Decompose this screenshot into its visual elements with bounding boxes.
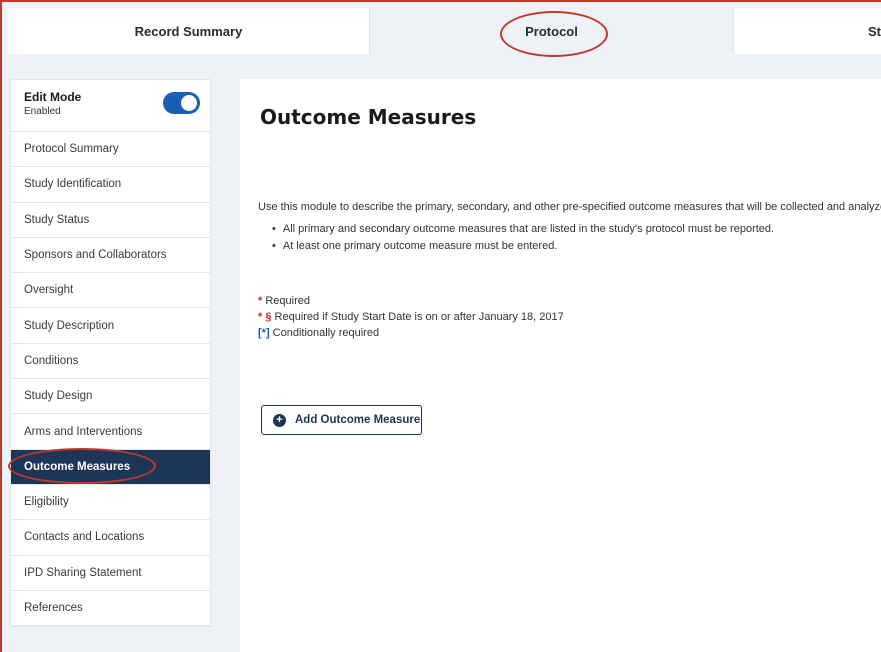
sidebar-item-conditions[interactable]: Conditions xyxy=(11,344,210,380)
requirement-item: All primary and secondary outcome measur… xyxy=(272,223,774,235)
page-title: Outcome Measures xyxy=(260,105,477,129)
sidebar-item-arms-interventions[interactable]: Arms and Interventions xyxy=(11,414,210,450)
sidebar-item-study-status[interactable]: Study Status xyxy=(11,203,210,238)
required-legend: * Required * § Required if Study Start D… xyxy=(258,293,564,341)
legend-required: * Required xyxy=(258,293,564,309)
tab-protocol[interactable]: Protocol xyxy=(370,8,734,54)
section-required-text: Required if Study Start Date is on or af… xyxy=(274,311,564,323)
module-description: Use this module to describe the primary,… xyxy=(258,201,881,213)
tab-study-results[interactable]: St xyxy=(734,8,881,54)
required-text: Required xyxy=(265,295,310,307)
sidebar-item-eligibility[interactable]: Eligibility xyxy=(11,485,210,521)
add-outcome-measure-button[interactable]: + Add Outcome Measure xyxy=(261,405,422,435)
requirement-item: At least one primary outcome measure mus… xyxy=(272,240,774,252)
conditional-text: Conditionally required xyxy=(272,327,380,339)
main-content: Outcome Measures Use this module to desc… xyxy=(240,79,881,652)
sidebar-item-references[interactable]: References xyxy=(11,591,210,627)
section-required-marker: * § xyxy=(258,311,272,323)
legend-section-required: * § Required if Study Start Date is on o… xyxy=(258,309,564,325)
tab-record-summary[interactable]: Record Summary xyxy=(8,8,370,54)
sidebar-item-ipd-sharing[interactable]: IPD Sharing Statement xyxy=(11,556,210,591)
sidebar-item-outcome-measures[interactable]: Outcome Measures xyxy=(11,449,210,485)
plus-circle-icon: + xyxy=(273,413,286,427)
edit-mode-panel: Edit Mode Enabled xyxy=(11,80,210,132)
requirements-list: All primary and secondary outcome measur… xyxy=(272,223,774,257)
toggle-knob xyxy=(181,95,197,111)
sidebar-item-protocol-summary[interactable]: Protocol Summary xyxy=(11,132,210,168)
add-outcome-measure-label: Add Outcome Measure xyxy=(295,414,421,426)
tab-bar: Record Summary Protocol St xyxy=(8,8,881,54)
sidebar-item-sponsors-collaborators[interactable]: Sponsors and Collaborators xyxy=(11,238,210,274)
sidebar-item-study-design[interactable]: Study Design xyxy=(11,379,210,415)
required-marker: * xyxy=(258,295,263,307)
sidebar-item-oversight[interactable]: Oversight xyxy=(11,273,210,309)
sidebar-item-study-identification[interactable]: Study Identification xyxy=(11,167,210,203)
sidebar-item-study-description[interactable]: Study Description xyxy=(11,308,210,344)
legend-conditional: [*] Conditionally required xyxy=(258,325,564,341)
sidebar-item-contacts-locations[interactable]: Contacts and Locations xyxy=(11,520,210,556)
conditional-marker: [*] xyxy=(258,327,270,339)
edit-mode-toggle[interactable] xyxy=(163,92,200,114)
sidebar: Edit Mode Enabled Protocol Summary Study… xyxy=(10,79,211,628)
